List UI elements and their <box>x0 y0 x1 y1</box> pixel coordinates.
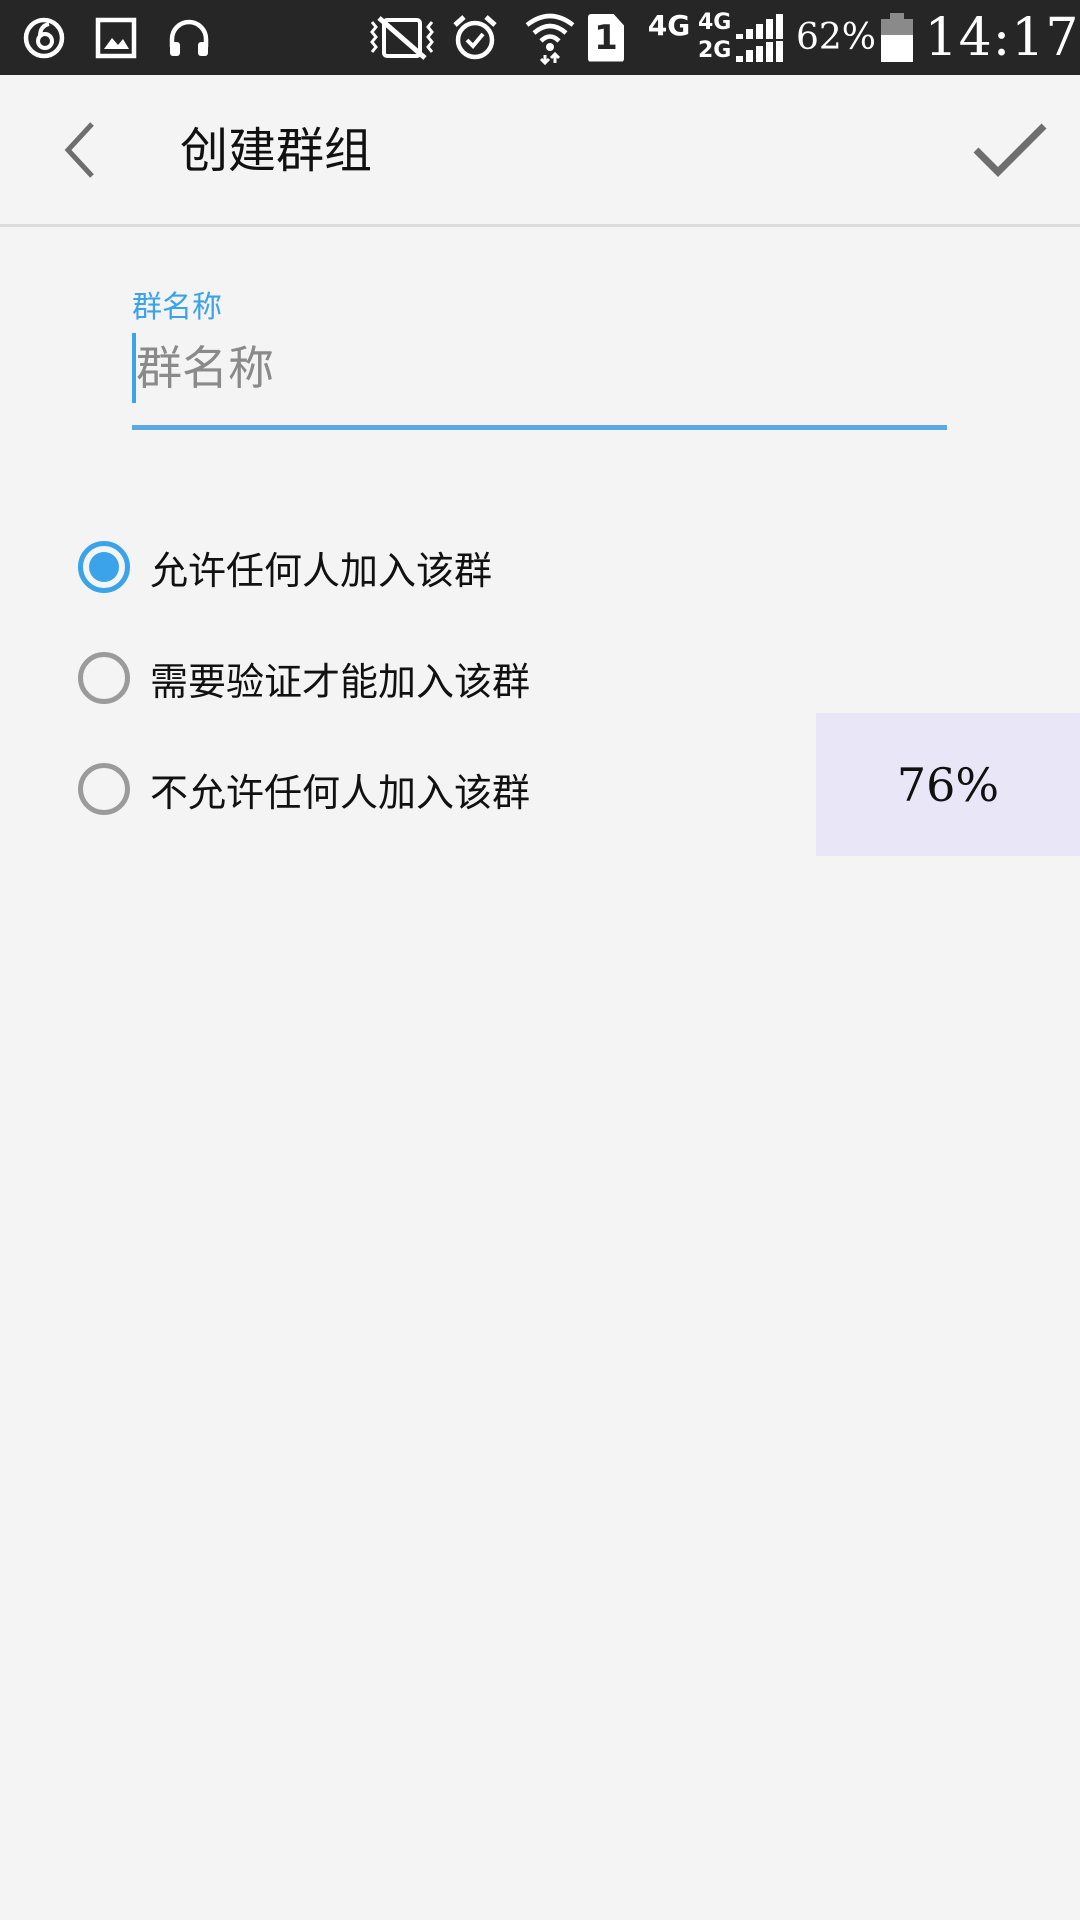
network-4g-label: 4G <box>647 9 691 42</box>
radio-checked-icon <box>78 541 130 593</box>
radio-label-allow-anyone: 允许任何人加入该群 <box>150 548 493 593</box>
radio-require-verification[interactable]: 需要验证才能加入该群 <box>70 633 670 723</box>
network-4g-second-label: 4G <box>698 9 732 35</box>
back-button[interactable] <box>40 103 120 197</box>
text-cursor <box>132 333 136 403</box>
checkmark-icon <box>973 123 1047 177</box>
signal-4g-2g-icon: 4G 2G <box>696 0 786 75</box>
create-group-screen: 1 4G 4G 2G 62% 14:17 创建群组 群名称 群名称 允许任何人加… <box>0 0 1080 1920</box>
radio-unchecked-icon <box>78 763 130 815</box>
confirm-button[interactable] <box>960 105 1060 195</box>
wifi-icon <box>522 0 578 75</box>
radio-label-require-verification: 需要验证才能加入该群 <box>150 659 531 704</box>
progress-percent: 76% <box>896 757 1000 812</box>
toolbar <box>0 75 1080 225</box>
network-4g-indicator: 4G <box>644 0 694 75</box>
toolbar-divider <box>0 224 1080 227</box>
group-name-input[interactable] <box>132 333 951 403</box>
signal-bars-icon <box>736 13 783 62</box>
netease-music-icon <box>18 0 70 75</box>
progress-overlay: 76% <box>816 713 1080 856</box>
gallery-icon <box>90 0 142 75</box>
radio-dot <box>89 552 119 582</box>
radio-disallow-anyone[interactable]: 不允许任何人加入该群 <box>70 744 670 834</box>
battery-icon <box>876 0 918 75</box>
radio-label-disallow-anyone: 不允许任何人加入该群 <box>150 770 531 815</box>
headphones-icon <box>162 0 216 75</box>
battery-percent: 62% <box>796 0 876 75</box>
group-name-label: 群名称 <box>132 290 222 325</box>
clock: 14:17 <box>925 0 1079 75</box>
sim-slot-number: 1 <box>594 17 618 58</box>
radio-allow-anyone[interactable]: 允许任何人加入该群 <box>70 522 670 612</box>
chevron-left-icon <box>64 122 94 178</box>
sim-1-icon: 1 <box>584 0 628 75</box>
alarm-icon <box>448 0 502 75</box>
page-title: 创建群组 <box>180 123 373 179</box>
battery-percent-text: 62% <box>796 17 877 58</box>
group-name-underline <box>132 425 947 430</box>
network-2g-label: 2G <box>698 37 732 63</box>
vibrate-mute-icon <box>366 0 438 75</box>
clock-text: 14:17 <box>924 7 1080 68</box>
status-bar: 1 4G 4G 2G 62% 14:17 <box>0 0 1080 75</box>
radio-unchecked-icon <box>78 652 130 704</box>
